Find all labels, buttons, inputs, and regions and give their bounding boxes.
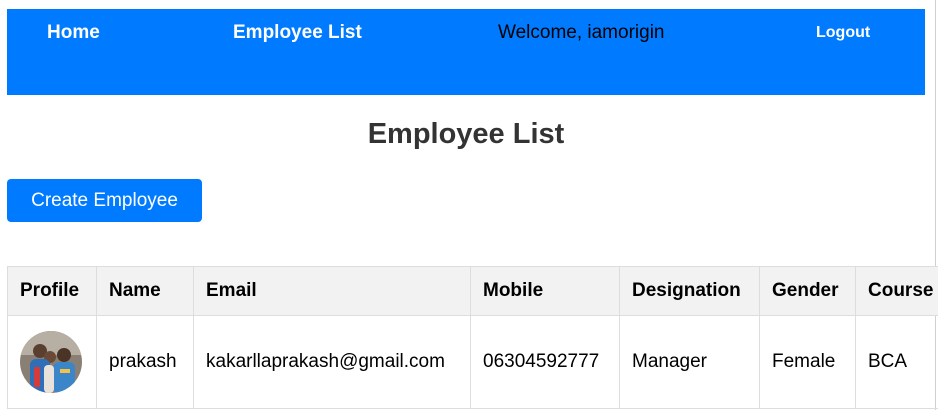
table-row: prakash kakarllaprakash@gmail.com 063045… [7,315,938,409]
table-header-row: Profile Name Email Mobile Designation Ge… [7,266,938,316]
designation-cell: Manager [619,315,760,409]
employee-table: Profile Name Email Mobile Designation Ge… [7,266,938,409]
gender-cell: Female [759,315,856,409]
page-title: Employee List [367,118,565,150]
create-employee-button[interactable]: Create Employee [7,179,202,222]
mobile-cell: 06304592777 [470,315,620,409]
column-header-profile: Profile [7,266,97,316]
nav-employee-list-link[interactable]: Employee List [233,22,362,44]
logout-link[interactable]: Logout [816,24,870,42]
top-navbar: Home Employee List Welcome, iamorigin Lo… [7,9,925,95]
column-header-designation: Designation [619,266,760,316]
name-cell: prakash [96,315,194,409]
welcome-message: Welcome, iamorigin [498,22,665,43]
column-header-name: Name [96,266,194,316]
column-header-mobile: Mobile [470,266,620,316]
email-cell: kakarllaprakash@gmail.com [193,315,471,409]
profile-cell [7,315,97,409]
nav-home-link[interactable]: Home [47,22,100,44]
column-header-course: Course [855,266,938,316]
column-header-gender: Gender [759,266,856,316]
column-header-email: Email [193,266,471,316]
profile-photo-icon [20,331,82,393]
course-cell: BCA [855,315,938,409]
avatar [20,331,82,393]
